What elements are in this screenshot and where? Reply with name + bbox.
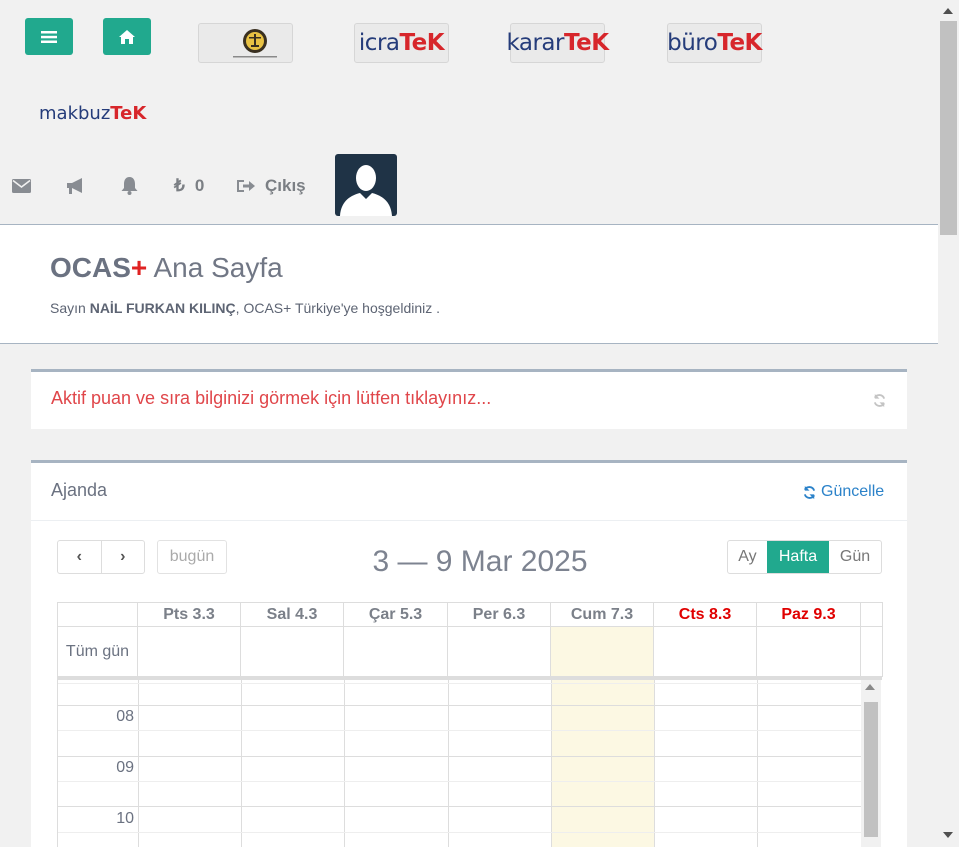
notifications-button[interactable] [121,174,138,198]
corner-cell [57,602,138,627]
page-scroll-up-arrow[interactable] [943,8,953,14]
scales-emblem-icon [232,29,277,58]
logo-text-dark: karar [506,30,564,56]
logo-text-dark: icra [358,30,400,56]
page-header-divider [0,343,938,344]
agenda-title: Ajanda [51,480,108,500]
hour-label: 09 [116,759,134,776]
chevron-right-icon: › [120,548,126,565]
view-day-button[interactable]: Gün [829,541,881,573]
agenda-divider [31,520,907,521]
prev-week-button[interactable]: ‹ [58,541,102,573]
refresh-icon[interactable] [872,393,887,408]
allday-cell[interactable] [240,626,344,677]
scroll-gutter [860,626,883,677]
brand-plus: + [130,252,148,283]
logo-text-dark: makbuz [39,103,111,124]
next-week-button[interactable]: › [102,541,145,573]
calendar-header: Pts 3.3 Sal 4.3 Çar 5.3 Per 6.3 Cum 7.3 … [57,602,883,677]
calendar-view-switcher: Ay Hafta Gün [727,540,882,574]
welcome-message: Sayın NAİL FURKAN KILINÇ, OCAS+ Türkiye'… [50,300,440,316]
allday-cell-today[interactable] [550,626,654,677]
bell-icon [121,177,138,195]
half-hour-line [58,781,861,782]
allday-cell[interactable] [653,626,757,677]
envelope-icon [12,179,31,193]
logo-text-red: TeK [717,30,762,56]
agenda-refresh-label: Güncelle [821,483,885,500]
day-header: Çar 5.3 [343,602,448,627]
day-header: Sal 4.3 [240,602,344,627]
icratek-logo[interactable]: icra TeK [354,23,449,63]
allday-cell[interactable] [756,626,861,677]
user-name: NAİL FURKAN KILINÇ [89,300,236,316]
logo-text-red: TeK [399,30,445,56]
welcome-suffix: , OCAS+ Türkiye'ye hoşgeldiniz . [235,300,441,316]
balance-indicator[interactable]: ₺ 0 [174,174,204,198]
allday-cell[interactable] [137,626,241,677]
menu-toggle-button[interactable] [25,18,73,55]
announcements-button[interactable] [66,174,85,198]
user-silhouette-icon [340,165,392,216]
grid-scrollbar-thumb[interactable] [864,702,878,837]
logout-label: Çıkış [265,176,306,195]
view-week-button[interactable]: Hafta [767,541,829,573]
allday-cell[interactable] [343,626,448,677]
chevron-left-icon: ‹ [76,548,82,565]
logo-text-dark: büro [667,30,718,56]
hamburger-icon [41,30,57,43]
day-header-weekend: Paz 9.3 [756,602,861,627]
time-grid[interactable]: 08 09 10 [57,677,882,847]
home-icon [119,29,135,44]
hour-line [58,705,861,706]
calendar-range-title: 3 — 9 Mar 2025 [372,545,588,578]
page-subtitle: Ana Sayfa [153,252,283,283]
view-month-button[interactable]: Ay [728,541,767,573]
calendar-nav: ‹ › [57,540,145,574]
makbuztek-logo[interactable]: makbuzTeK [39,103,146,124]
score-alert-link[interactable]: Aktif puan ve sıra bilginizi görmek için… [51,388,491,409]
hour-line [58,756,861,757]
today-button[interactable]: bugün [157,540,227,574]
half-hour-line [58,683,861,684]
messages-button[interactable] [12,174,31,198]
grid-scroll-up-arrow[interactable] [865,684,875,690]
page-header [0,225,938,343]
sign-out-icon [237,180,255,192]
logout-button[interactable]: Çıkış [237,174,306,198]
allday-label: Tüm gün [57,626,138,677]
court-emblem-logo[interactable] [198,23,293,63]
hour-label: 10 [116,810,134,827]
scroll-gutter [860,602,883,627]
logo-text-red: TeK [563,30,609,56]
logo-text-red: TeK [110,103,147,124]
megaphone-icon [67,178,82,194]
brand-name: OCAS [50,252,131,283]
page-title: OCAS+ Ana Sayfa [50,252,283,284]
balance-value: 0 [194,176,205,195]
avatar[interactable] [335,154,397,216]
hour-label: 08 [116,708,134,725]
home-button[interactable] [103,18,151,55]
welcome-prefix: Sayın [50,300,90,316]
agenda-refresh-button[interactable]: Güncelle [802,483,884,501]
half-hour-line [58,832,861,833]
page-scroll-down-arrow[interactable] [943,832,953,838]
burotek-logo[interactable]: büro TeK [667,23,762,63]
lira-icon: ₺ [174,176,185,195]
day-header-weekend: Cts 8.3 [653,602,757,627]
day-header: Per 6.3 [447,602,551,627]
day-header: Pts 3.3 [137,602,241,627]
hour-line [58,806,861,807]
page-scrollbar-thumb[interactable] [940,21,957,235]
day-header-today: Cum 7.3 [550,602,654,627]
allday-cell[interactable] [447,626,551,677]
refresh-icon [803,485,816,499]
half-hour-line [58,730,861,731]
karartek-logo[interactable]: karar TeK [506,23,609,63]
